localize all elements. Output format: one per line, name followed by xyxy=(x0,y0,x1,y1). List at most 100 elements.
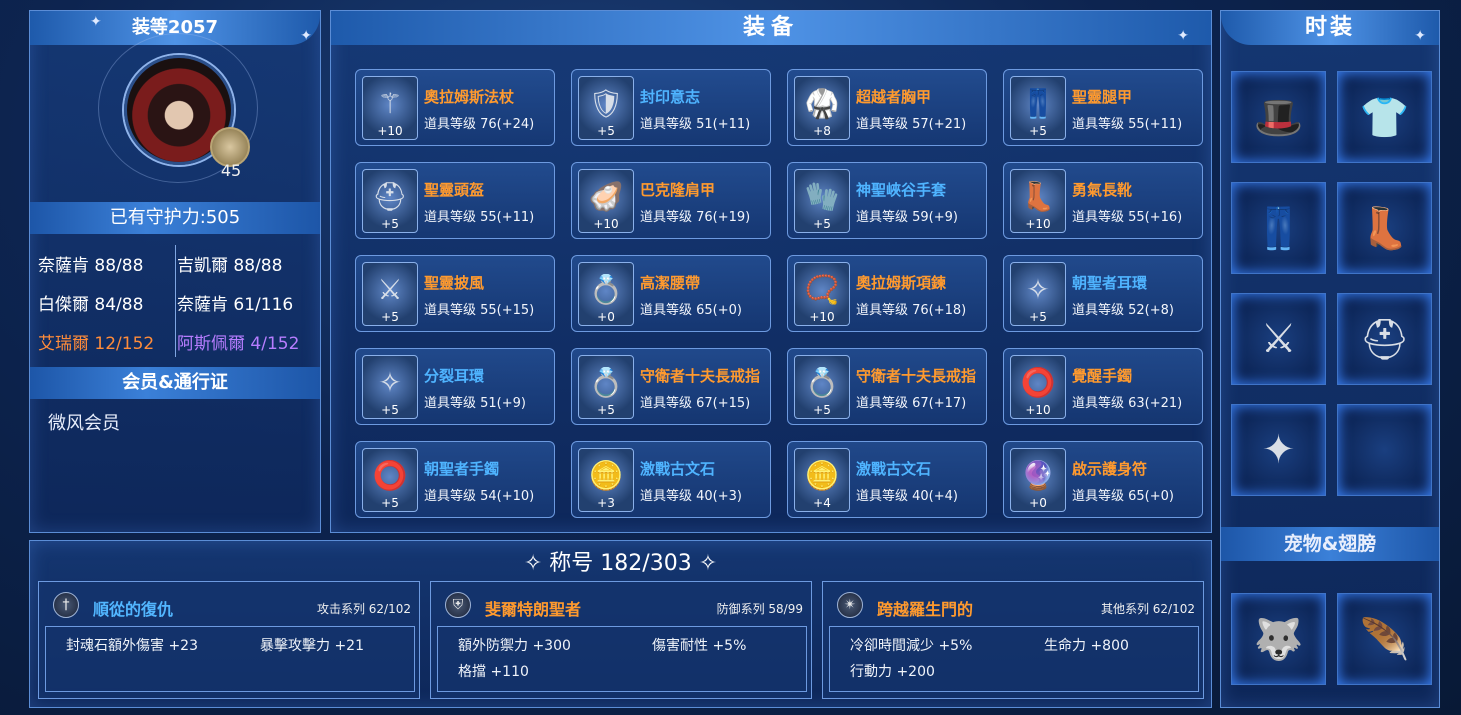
earring-icon: ✧ xyxy=(378,366,402,399)
item-name: 朝聖者手鐲 xyxy=(424,460,500,478)
title-name: 順從的復仇 xyxy=(93,600,174,619)
enhance-level: +10 xyxy=(1025,403,1051,417)
item-icon-frame: 🪙 +3 xyxy=(578,448,634,512)
item-icon-frame: 💍 +0 xyxy=(578,262,634,326)
cape-icon: ⚔ xyxy=(1260,316,1297,362)
boots-icon: 👢 xyxy=(1020,180,1056,213)
guard-power-bar: 已有守护力:505 xyxy=(30,202,320,234)
item-name: 奧拉姆斯項鍊 xyxy=(856,274,947,292)
item-icon-frame: ⛑ +5 xyxy=(362,169,418,233)
item-icon-frame: ⚚ +10 xyxy=(362,76,418,140)
item-icon-frame: 🦪 +10 xyxy=(578,169,634,233)
title-name: 斐爾特朗聖者 xyxy=(485,600,582,619)
item-level: 道具等级 40(+3) xyxy=(640,489,742,504)
item-name: 勇氣長靴 xyxy=(1072,181,1133,199)
belt-icon: 💍 xyxy=(588,273,624,306)
item-name: 分裂耳環 xyxy=(424,367,485,385)
item-name: 激戰古文石 xyxy=(856,460,932,478)
equipment-slot[interactable]: 👢 +10 勇氣長靴 道具等级 55(+16) xyxy=(1003,162,1203,239)
equipment-slot[interactable]: ⭕ +10 覺醒手鐲 道具等级 63(+21) xyxy=(1003,348,1203,425)
pet-wings-header: 宠物&翅膀 xyxy=(1221,527,1439,561)
dagger-icon: † xyxy=(53,592,79,618)
enhance-level: +5 xyxy=(1029,310,1047,324)
item-name: 聖靈腿甲 xyxy=(1072,88,1133,106)
fashion-panel: 时装 ✦ 🎩 👕 👖 👢 ⚔ ⛑ ✦ 宠物&翅膀 🐺 🪶 xyxy=(1220,10,1440,708)
helmet-icon: ⛑ xyxy=(372,180,408,213)
equipment-slot[interactable]: ⚚ +10 奧拉姆斯法杖 道具等级 76(+24) xyxy=(355,69,555,146)
fashion-slot[interactable]: 🎩 xyxy=(1231,71,1326,163)
character-level: 45 xyxy=(220,161,242,180)
title-attribute: 冷卻時間減少 +5% xyxy=(850,638,973,654)
fashion-slot[interactable]: 👕 xyxy=(1337,71,1432,163)
shoulder-icon: 🦪 xyxy=(588,180,624,213)
equipment-slot[interactable]: ⭕ +5 朝聖者手鐲 道具等级 54(+10) xyxy=(355,441,555,518)
enhance-level: +5 xyxy=(381,496,399,510)
item-level: 道具等级 54(+10) xyxy=(424,489,535,504)
title-card[interactable]: † 順從的復仇 攻击系列 62/102 封魂石額外傷害 +23 暴擊攻擊力 +21 xyxy=(38,581,420,699)
title-card[interactable]: ⛨ 斐爾特朗聖者 防御系列 58/99 額外防禦力 +300 傷害耐性 +5% 格擋 +1… xyxy=(430,581,812,699)
enhance-level: +10 xyxy=(593,217,619,231)
equipment-slot[interactable]: 🥋 +8 超越者胸甲 道具等级 57(+21) xyxy=(787,69,987,146)
weapon-icon: ✦ xyxy=(1261,427,1296,473)
item-level: 道具等级 67(+17) xyxy=(856,396,967,411)
equipment-slot[interactable]: 💍 +5 守衛者十夫長戒指 道具等级 67(+17) xyxy=(787,348,987,425)
staff-icon: ⚚ xyxy=(377,87,403,120)
title-count: 称号 182/303 xyxy=(549,551,692,576)
title-attribute: 行動力 +200 xyxy=(850,664,935,680)
item-level: 道具等级 55(+11) xyxy=(424,210,535,225)
item-name: 聖靈頭盔 xyxy=(424,181,485,199)
star-icon: ✦ xyxy=(300,28,312,44)
enhance-level: +5 xyxy=(597,124,615,138)
item-icon-frame: 👢 +10 xyxy=(1010,169,1066,233)
equipment-slot[interactable]: 💍 +0 高潔腰帶 道具等级 65(+0) xyxy=(571,255,771,332)
item-icon-frame: ✧ +5 xyxy=(362,355,418,419)
ring-icon: 💍 xyxy=(804,366,840,399)
item-name: 朝聖者耳環 xyxy=(1072,274,1148,292)
equipment-slot[interactable]: 🪙 +4 激戰古文石 道具等级 40(+4) xyxy=(787,441,987,518)
enhance-level: +8 xyxy=(813,124,831,138)
arrow-left-icon: ✧ xyxy=(523,551,543,576)
boots-icon: 👢 xyxy=(1359,206,1410,252)
equipment-slot[interactable]: 🔮 +0 啟示護身符 道具等级 65(+0) xyxy=(1003,441,1203,518)
wings-slot[interactable]: 🪶 xyxy=(1337,593,1432,685)
equipment-slot[interactable]: ✧ +5 朝聖者耳環道具等级 52(+8) xyxy=(1003,255,1203,332)
earring-icon: ✧ xyxy=(1026,273,1050,306)
item-level: 道具等级 63(+21) xyxy=(1072,396,1183,411)
enhance-level: +5 xyxy=(381,217,399,231)
equipment-slot[interactable]: ⛑ +5 聖靈頭盔道具等级 55(+11) xyxy=(355,162,555,239)
equipment-slot[interactable]: 💍 +5 守衛者十夫長戒指 道具等级 67(+15) xyxy=(571,348,771,425)
equipment-slot[interactable]: 📿 +10 奧拉姆斯項鍊 道具等级 76(+18) xyxy=(787,255,987,332)
equipment-slot[interactable]: ⚔ +5 聖靈披風 道具等级 55(+15) xyxy=(355,255,555,332)
title-series: 防御系列 58/99 xyxy=(716,602,803,616)
fashion-slot[interactable]: ✦ xyxy=(1231,404,1326,496)
shirt-icon: 👕 xyxy=(1359,95,1410,141)
gloves-icon: 🧤 xyxy=(804,180,840,213)
stat-item: 奈薩肯 88/88 xyxy=(38,256,144,276)
title-card[interactable]: ✴ 跨越羅生門的 其他系列 62/102 冷卻時間減少 +5% 生命力 +800 行動力 … xyxy=(822,581,1204,699)
equipment-slot[interactable]: 🪙 +3 激戰古文石 道具等级 40(+3) xyxy=(571,441,771,518)
pants-icon: 👖 xyxy=(1253,206,1304,252)
item-name: 啟示護身符 xyxy=(1072,460,1148,478)
fashion-slot[interactable] xyxy=(1337,404,1432,496)
equipment-slot[interactable]: 🛡 +5 封印意志 道具等级 51(+11) xyxy=(571,69,771,146)
pet-slot[interactable]: 🐺 xyxy=(1231,593,1326,685)
item-level: 道具等级 76(+18) xyxy=(856,303,967,318)
item-level: 道具等级 52(+8) xyxy=(1072,303,1174,318)
equipment-slot[interactable]: 🧤 +5 神聖峽谷手套 道具等级 59(+9) xyxy=(787,162,987,239)
equipment-slot[interactable]: 👖 +5 聖靈腿甲 道具等级 55(+11) xyxy=(1003,69,1203,146)
fashion-slot[interactable]: ⛑ xyxy=(1337,293,1432,385)
fashion-slot[interactable]: ⚔ xyxy=(1231,293,1326,385)
fashion-slot[interactable]: 👖 xyxy=(1231,182,1326,274)
equipment-slot[interactable]: ✧ +5 分裂耳環 道具等级 51(+9) xyxy=(355,348,555,425)
item-level: 道具等级 65(+0) xyxy=(1072,489,1174,504)
title-attribute: 格擋 +110 xyxy=(458,664,529,680)
title-attribute: 封魂石額外傷害 +23 xyxy=(66,638,198,654)
fashion-slot[interactable]: 👢 xyxy=(1337,182,1432,274)
title-header: ✧ 称号 182/303 ✧ xyxy=(30,545,1211,577)
enhance-level: +10 xyxy=(377,124,403,138)
star-icon: ✦ xyxy=(90,14,102,30)
equipment-header: 装备 ✦ xyxy=(331,11,1211,45)
enhance-level: +0 xyxy=(597,310,615,324)
equipment-slot[interactable]: 🦪 +10 巴克隆肩甲 道具等级 76(+19) xyxy=(571,162,771,239)
member-header: 会员&通行证 xyxy=(30,367,320,399)
